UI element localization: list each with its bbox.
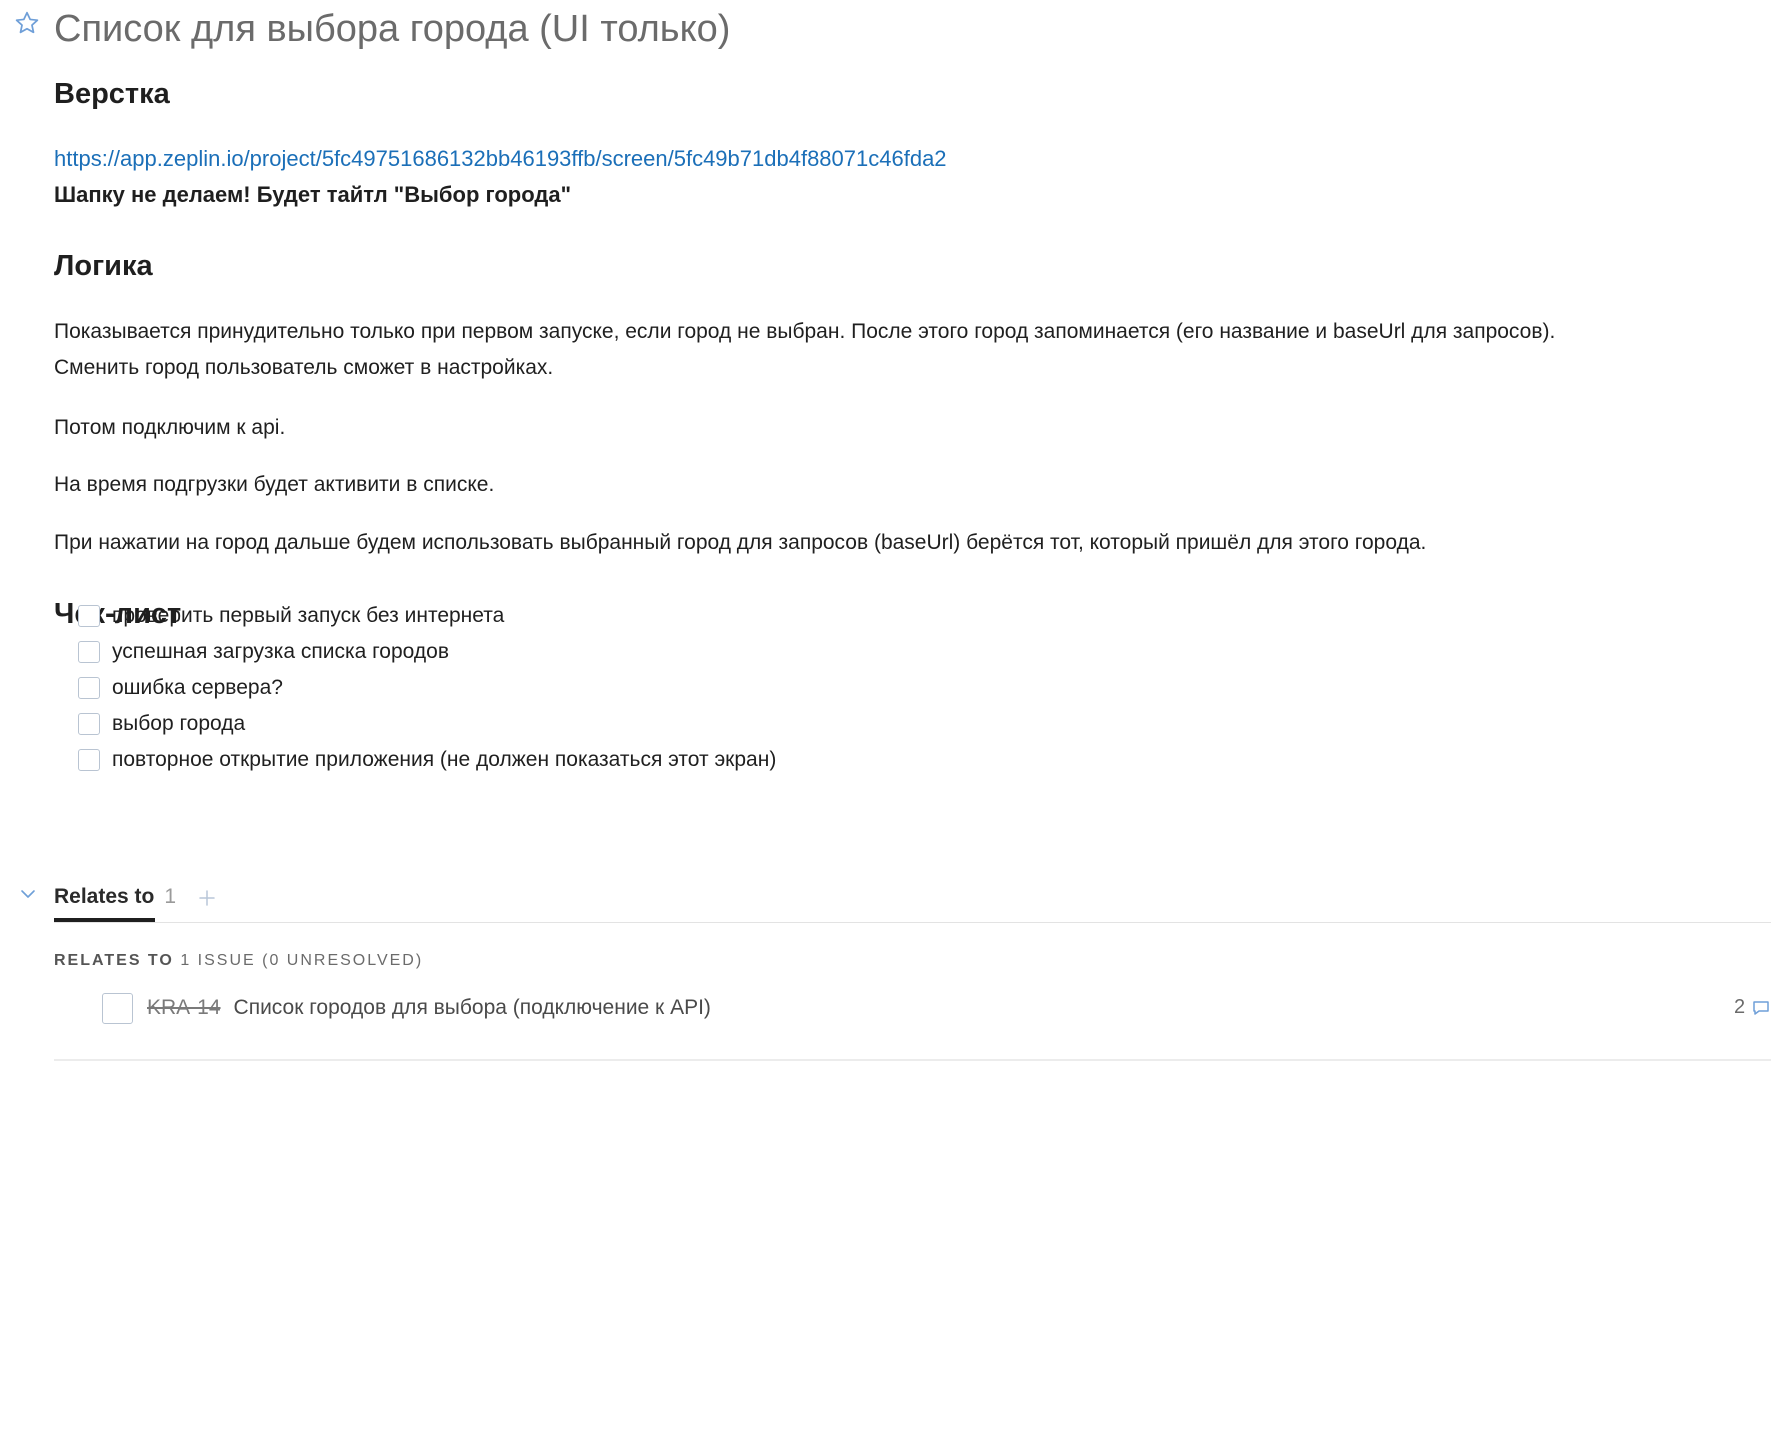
section-divider	[54, 1059, 1771, 1061]
checklist: проверить первый запуск без интернета ус…	[78, 598, 776, 778]
heading-verstka: Верстка	[54, 78, 170, 110]
checklist-item: успешная загрузка списка городов	[78, 634, 776, 670]
tab-relates-to[interactable]: Relates to 1	[54, 882, 176, 922]
issue-page: Список для выбора города (UI только) Вер…	[0, 0, 1771, 1440]
issue-title[interactable]: Список для выбора города (UI только)	[54, 4, 730, 54]
checklist-item: проверить первый запуск без интернета	[78, 598, 776, 634]
heading-logika: Логика	[54, 250, 153, 282]
logic-paragraph-4: При нажатии на город дальше будем исполь…	[54, 531, 1427, 554]
checklist-item: повторное открытие приложения (не должен…	[78, 742, 776, 778]
relates-tab-count: 1	[164, 885, 177, 908]
zeplin-link[interactable]: https://app.zeplin.io/project/5fc4975168…	[54, 144, 947, 174]
header-note: Шапку не делаем! Будет тайтл "Выбор горо…	[54, 182, 572, 207]
checklist-item-label: проверить первый запуск без интернета	[112, 604, 505, 627]
comment-count: 2	[1734, 996, 1746, 1018]
checklist-item-label: повторное открытие приложения (не должен…	[112, 748, 777, 771]
checklist-checkbox[interactable]	[78, 749, 100, 771]
checklist-item-label: выбор города	[112, 712, 246, 735]
checklist-checkbox[interactable]	[78, 713, 100, 735]
related-issue-comments[interactable]: 2	[1734, 996, 1771, 1019]
checklist-item-label: успешная загрузка списка городов	[112, 640, 449, 663]
relates-summary: RELATES TO 1 ISSUE (0 UNRESOLVED)	[54, 951, 423, 971]
relates-summary-count: 1 ISSUE (0 UNRESOLVED)	[180, 952, 424, 969]
related-issue-key[interactable]: KRA-14	[147, 996, 221, 1020]
checklist-checkbox[interactable]	[78, 605, 100, 627]
checklist-item: ошибка сервера?	[78, 670, 776, 706]
related-issue-row[interactable]: KRA-14 Список городов для выбора (подклю…	[102, 990, 1771, 1026]
logic-paragraph-2: Потом подключим к api.	[54, 416, 286, 439]
relates-tab-label: Relates to	[54, 885, 155, 908]
comment-icon	[1753, 1000, 1769, 1015]
checklist-item: выбор города	[78, 706, 776, 742]
checklist-checkbox[interactable]	[78, 677, 100, 699]
logic-paragraph-3: На время подгрузки будет активити в спис…	[54, 473, 495, 496]
checklist-item-label: ошибка сервера?	[112, 676, 283, 699]
chevron-down-icon[interactable]	[18, 884, 38, 904]
tab-divider	[54, 922, 1771, 923]
related-issue-title[interactable]: Список городов для выбора (подключение к…	[234, 996, 711, 1020]
star-icon[interactable]	[14, 10, 40, 36]
logic-paragraph-1-line-1: Показывается принудительно только при пе…	[54, 320, 1556, 343]
logic-paragraph-1-line-2: Сменить город пользователь сможет в наст…	[54, 356, 554, 379]
relates-summary-prefix: RELATES TO	[54, 952, 174, 969]
plus-icon[interactable]	[196, 887, 218, 909]
checklist-checkbox[interactable]	[78, 641, 100, 663]
related-issue-checkbox[interactable]	[102, 992, 133, 1024]
